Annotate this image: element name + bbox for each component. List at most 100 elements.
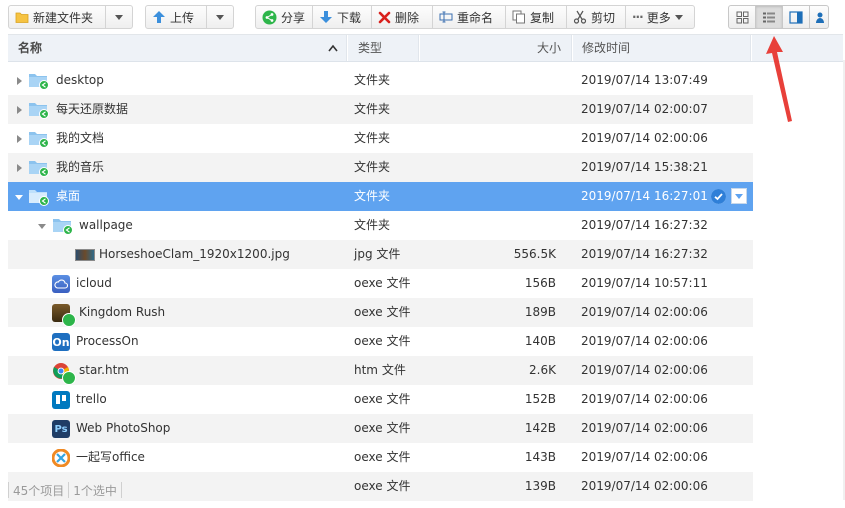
column-name[interactable]: 名称	[18, 35, 42, 61]
file-size	[486, 95, 556, 124]
rename-button[interactable]: 重命名	[432, 5, 506, 29]
file-name: wallpage	[79, 218, 133, 232]
grid-view-button[interactable]	[728, 5, 756, 29]
annotation-arrow	[766, 36, 792, 122]
upload-icon	[152, 10, 166, 24]
share-badge-icon	[62, 313, 76, 327]
file-size	[486, 211, 556, 240]
sort-ascending-icon[interactable]	[328, 35, 338, 61]
file-type: oexe 文件	[354, 392, 411, 406]
expand-icon[interactable]	[17, 135, 22, 143]
more-button[interactable]: ··· 更多	[625, 5, 695, 29]
file-type: 文件夹	[354, 73, 391, 87]
collapse-icon[interactable]	[15, 195, 23, 200]
split-view-button[interactable]	[782, 5, 810, 29]
file-size: 2.6K	[529, 363, 556, 377]
trello-icon	[52, 391, 70, 409]
cut-button[interactable]: 剪切	[566, 5, 626, 29]
list-item[interactable]: wallpage 文件夹 2019/07/14 16:27:32	[8, 211, 753, 240]
file-modified: 2019/07/14 10:57:11	[581, 276, 708, 290]
chevron-down-icon	[115, 14, 123, 20]
office-icon	[51, 448, 71, 470]
toolbar: 新建文件夹 上传 分享 下载 删除 重命名 复制 剪切 ··· 更多	[0, 0, 845, 34]
upload-dropdown-button[interactable]	[206, 5, 234, 29]
list-item[interactable]: 每天还原数据 文件夹 2019/07/14 02:00:07	[8, 95, 753, 124]
file-size: 143B	[524, 450, 556, 464]
file-type: jpg 文件	[354, 247, 401, 261]
list-item[interactable]: desktop 文件夹 2019/07/14 13:07:49	[8, 66, 753, 95]
list-item[interactable]: Kingdom Rush oexe 文件 189B 2019/07/14 02:…	[8, 298, 753, 327]
user-icon	[816, 12, 824, 23]
file-size	[486, 153, 556, 182]
shared-folder-icon	[28, 186, 50, 206]
scissors-icon	[573, 10, 587, 24]
more-icon: ···	[632, 10, 644, 24]
copy-icon	[512, 10, 526, 24]
file-name: Kingdom Rush	[79, 305, 166, 319]
column-modified[interactable]: 修改时间	[582, 35, 630, 61]
file-size: 556.5K	[513, 247, 556, 261]
list-item-selected[interactable]: 桌面 文件夹 2019/07/14 16:27:01	[8, 182, 753, 211]
checkmark-icon[interactable]	[711, 189, 726, 204]
file-modified: 2019/07/14 13:07:49	[581, 73, 708, 87]
file-type: oexe 文件	[354, 421, 411, 435]
file-modified: 2019/07/14 02:00:06	[581, 392, 708, 406]
expand-icon[interactable]	[17, 106, 22, 114]
file-modified: 2019/07/14 02:00:06	[581, 363, 708, 377]
file-size: 156B	[524, 276, 556, 290]
file-modified: 2019/07/14 02:00:06	[581, 334, 708, 348]
list-item[interactable]: 一起写office oexe 文件 143B 2019/07/14 02:00:…	[8, 443, 753, 472]
column-divider	[346, 35, 348, 61]
row-menu-button[interactable]	[731, 188, 747, 204]
file-type: oexe 文件	[354, 276, 411, 290]
file-size: 189B	[524, 305, 556, 319]
expand-icon[interactable]	[17, 164, 22, 172]
file-type: oexe 文件	[354, 479, 411, 493]
shared-folder-icon	[28, 70, 50, 90]
download-button[interactable]: 下载	[312, 5, 372, 29]
new-folder-button[interactable]: 新建文件夹	[8, 5, 106, 29]
split-view-icon	[789, 10, 803, 24]
list-item[interactable]: On ProcessOn oexe 文件 140B 2019/07/14 02:…	[8, 327, 753, 356]
upload-button[interactable]: 上传	[145, 5, 207, 29]
file-size	[486, 66, 556, 95]
file-size: 142B	[524, 421, 556, 435]
share-button[interactable]: 分享	[255, 5, 313, 29]
extra-view-button[interactable]	[809, 5, 829, 29]
file-modified: 2019/07/14 02:00:06	[581, 450, 708, 464]
file-modified: 2019/07/14 02:00:06	[581, 131, 708, 145]
shared-folder-icon	[52, 215, 74, 235]
column-size[interactable]: 大小	[537, 35, 561, 61]
file-type: oexe 文件	[354, 450, 411, 464]
shared-folder-icon	[28, 99, 50, 119]
list-item[interactable]: star.htm htm 文件 2.6K 2019/07/14 02:00:06	[8, 356, 753, 385]
new-dropdown-button[interactable]	[105, 5, 133, 29]
list-item[interactable]: icloud oexe 文件 156B 2019/07/14 10:57:11	[8, 269, 753, 298]
list-view-button[interactable]	[755, 5, 783, 29]
copy-button[interactable]: 复制	[505, 5, 567, 29]
file-size	[486, 124, 556, 153]
file-modified: 2019/07/14 16:27:32	[581, 247, 708, 261]
processon-icon: On	[52, 333, 70, 351]
file-type: 文件夹	[354, 102, 391, 116]
list-item[interactable]: Ps Web PhotoShop oexe 文件 142B 2019/07/14…	[8, 414, 753, 443]
expand-icon[interactable]	[17, 77, 22, 85]
chevron-down-icon	[216, 14, 224, 20]
share-icon	[262, 10, 277, 25]
collapse-icon[interactable]	[38, 224, 46, 229]
list-item[interactable]: 我的文档 文件夹 2019/07/14 02:00:06	[8, 124, 753, 153]
file-type: oexe 文件	[354, 305, 411, 319]
delete-icon	[378, 11, 391, 24]
list-item[interactable]: 我的音乐 文件夹 2019/07/14 15:38:21	[8, 153, 753, 182]
column-type[interactable]: 类型	[358, 35, 382, 61]
file-name: star.htm	[79, 363, 129, 377]
list-item[interactable]: trello oexe 文件 152B 2019/07/14 02:00:06	[8, 385, 753, 414]
grid-icon	[736, 11, 748, 23]
delete-button[interactable]: 删除	[371, 5, 433, 29]
list-item[interactable]: HorseshoeClam_1920x1200.jpg jpg 文件 556.5…	[8, 240, 753, 269]
chevron-down-icon	[735, 193, 743, 199]
item-count: 45个项目	[13, 483, 65, 498]
file-modified: 2019/07/14 02:00:06	[581, 421, 708, 435]
file-name: ProcessOn	[76, 334, 139, 348]
selected-count: 1个选中	[73, 483, 117, 498]
